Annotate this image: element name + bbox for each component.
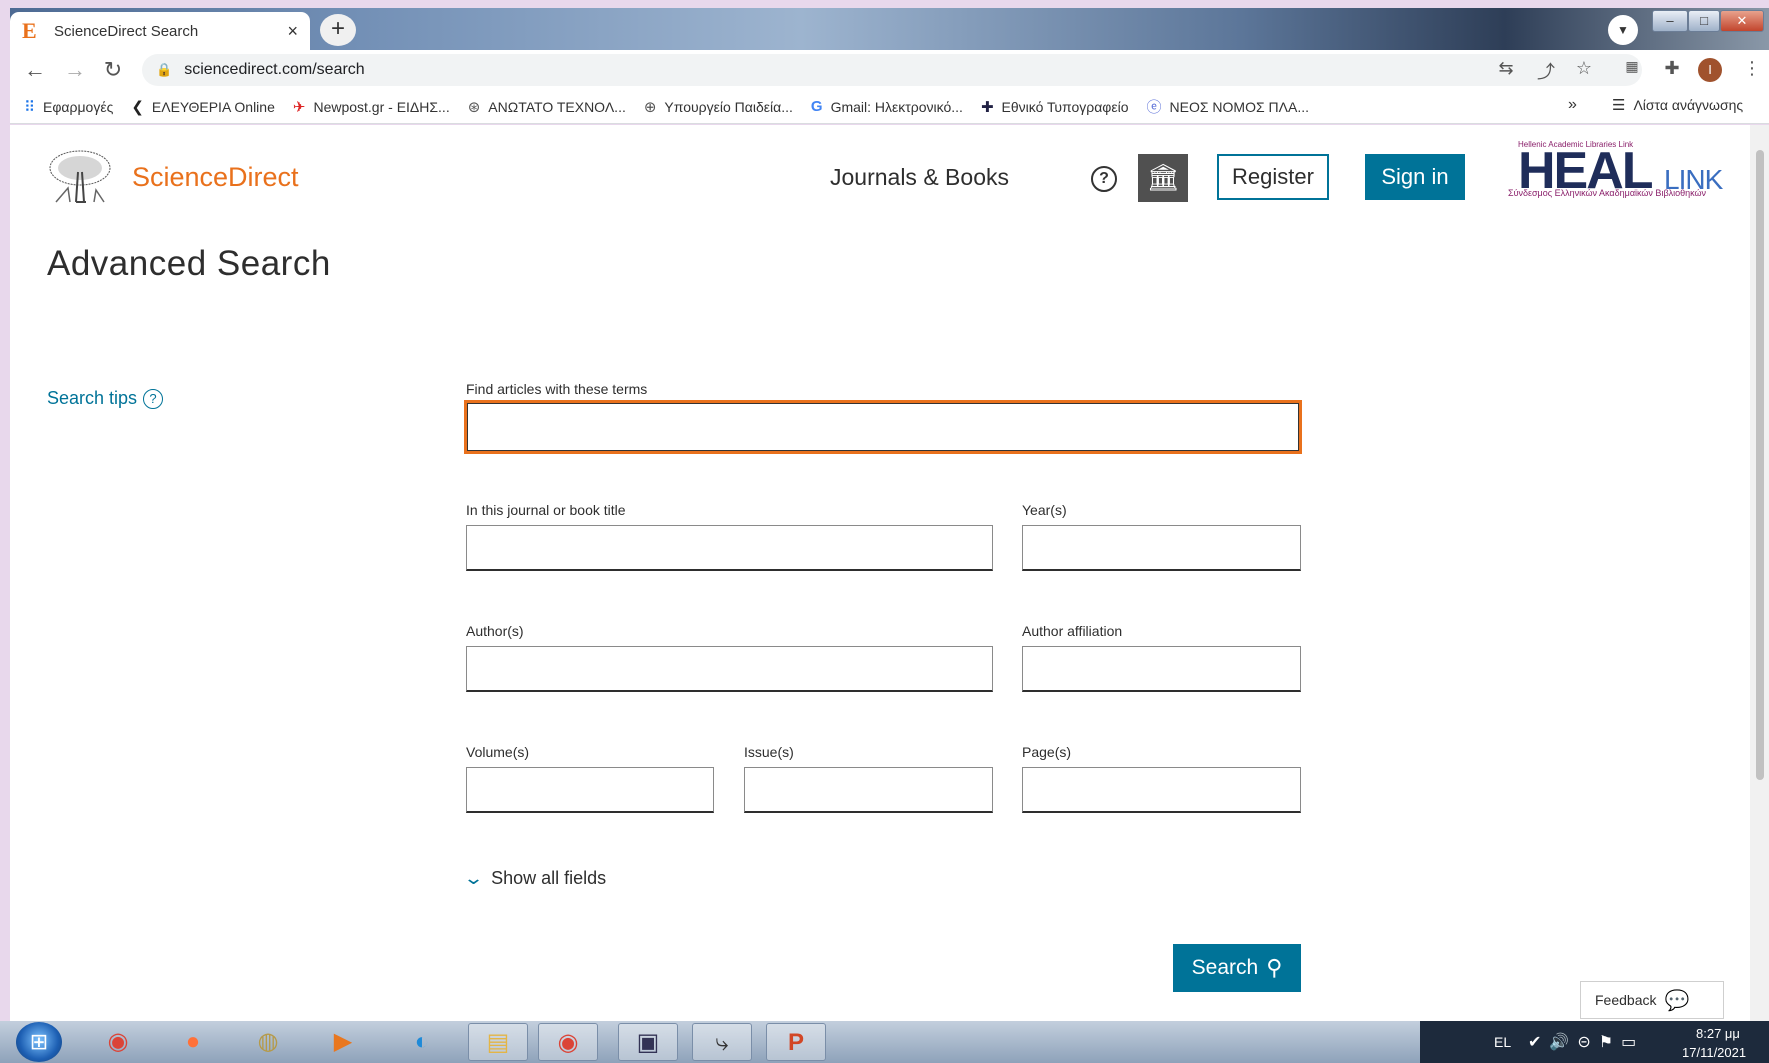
chevron-down-icon: ⌄: [462, 868, 485, 888]
network-app-icon[interactable]: ▣: [618, 1023, 678, 1061]
authors-label: Author(s): [466, 623, 524, 639]
national-press-icon: ✚: [980, 98, 994, 116]
issue-label: Issue(s): [744, 744, 794, 760]
journals-books-link[interactable]: Journals & Books: [830, 164, 1009, 191]
tab-title: ScienceDirect Search: [54, 22, 199, 40]
new-tab-button[interactable]: +: [320, 14, 356, 46]
forward-icon[interactable]: →: [62, 57, 88, 83]
bookmark-apps[interactable]: ⠿ Εφαρμογές: [24, 98, 113, 116]
tray-icons[interactable]: ✔🔊⊝⚑▭: [1528, 1032, 1644, 1052]
years-label: Year(s): [1022, 502, 1067, 518]
address-bar[interactable]: 🔒 sciencedirect.com/search: [142, 54, 1642, 86]
journal-label: In this journal or book title: [466, 502, 626, 518]
share-icon[interactable]: ⤴: [1534, 58, 1558, 84]
clock-time[interactable]: 8:27 μμ: [1696, 1026, 1740, 1041]
sign-in-button[interactable]: Sign in: [1365, 154, 1465, 200]
bookmark-new-law[interactable]: ⓔ ΝΕΟΣ ΝΟΜΟΣ ΠΛΑ...: [1147, 96, 1309, 117]
firefox-icon[interactable]: ●: [163, 1023, 223, 1061]
authors-input[interactable]: [466, 646, 993, 692]
terms-input[interactable]: [464, 400, 1302, 454]
university-seal-icon: ⊛: [467, 98, 481, 116]
elsevier-tree-logo[interactable]: [46, 148, 114, 206]
extensions-puzzle-icon[interactable]: ✚: [1660, 58, 1684, 79]
reload-icon[interactable]: ↻: [100, 57, 126, 83]
tab-search-icon[interactable]: ▼: [1608, 15, 1638, 45]
translate-icon[interactable]: ⇆: [1494, 58, 1518, 79]
window-minimize-button[interactable]: –: [1652, 10, 1688, 32]
bookmark-star-icon[interactable]: ☆: [1572, 58, 1596, 79]
magnifier-icon: ⚲: [1266, 955, 1283, 980]
heal-link-subtitle: Σύνδεσμος Ελληνικών Ακαδημαϊκών Βιβλιοθη…: [1508, 188, 1707, 198]
volume-input[interactable]: [466, 767, 714, 813]
newpost-logo-icon: ✈: [292, 98, 306, 116]
window-close-button[interactable]: ✕: [1720, 10, 1764, 32]
edge-icon[interactable]: ◐: [392, 1023, 452, 1061]
affiliation-label: Author affiliation: [1022, 623, 1123, 639]
chrome-icon[interactable]: ◉: [88, 1023, 148, 1061]
apps-grid-icon: ⠿: [24, 98, 35, 116]
chrome-active-icon[interactable]: ◉: [538, 1023, 598, 1061]
bookmark-newpost[interactable]: ✈ Newpost.gr - ΕΙΔΗΣ...: [293, 98, 450, 116]
journal-title-input[interactable]: [466, 525, 993, 571]
sciencedirect-brand-link[interactable]: ScienceDirect: [132, 162, 299, 193]
reading-list-button[interactable]: ☰ Λίστα ανάγνωσης: [1612, 96, 1743, 114]
show-all-fields-toggle[interactable]: ⌄ Show all fields: [462, 868, 606, 889]
bookmark-eleftheria[interactable]: ❮ ΕΛΕΥΘΕΡΙΑ Online: [131, 98, 275, 116]
speech-bubble-icon: 💬: [1664, 989, 1690, 1012]
extension-new-icon[interactable]: ▦: [1620, 58, 1644, 75]
bookmark-gmail[interactable]: G Gmail: Ηλεκτρονικό...: [811, 98, 963, 115]
start-icon[interactable]: ⊞: [16, 1022, 62, 1062]
elsevier-favicon-icon: E: [22, 18, 37, 43]
feedback-button[interactable]: Feedback 💬: [1580, 981, 1724, 1019]
reading-list-icon: ☰: [1612, 97, 1626, 114]
bookmarks-overflow-button[interactable]: »: [1568, 96, 1577, 114]
app-icon[interactable]: ◍: [238, 1023, 298, 1061]
institution-icon[interactable]: 🏛: [1138, 154, 1188, 202]
ministry-seal-icon: ⊕: [643, 98, 657, 116]
window-maximize-button[interactable]: □: [1688, 10, 1720, 32]
google-icon: G: [810, 98, 823, 115]
affiliation-input[interactable]: [1022, 646, 1301, 692]
search-tips-link[interactable]: Search tips ?: [47, 388, 164, 409]
bookmark-university[interactable]: ⊛ ΑΝΩΤΑΤΟ ΤΕΧΝΟΛ...: [468, 98, 626, 116]
clock-date[interactable]: 17/11/2021: [1682, 1045, 1746, 1060]
scrollbar-thumb[interactable]: [1756, 150, 1764, 780]
question-circle-icon: ?: [143, 388, 164, 409]
help-icon[interactable]: ?: [1091, 166, 1117, 192]
pages-label: Page(s): [1022, 744, 1072, 760]
browser-tab[interactable]: E ScienceDirect Search ×: [10, 12, 310, 50]
search-button[interactable]: Search ⚲: [1173, 944, 1301, 992]
page-title: Advanced Search: [47, 244, 331, 283]
register-button[interactable]: Register: [1217, 154, 1329, 200]
terms-label: Find articles with these terms: [466, 381, 648, 397]
volume-label: Volume(s): [466, 744, 530, 760]
bookmarks-bar: ⠿ Εφαρμογές ❮ ΕΛΕΥΘΕΡΙΑ Online ✈ Newpost.gr…: [10, 90, 1769, 124]
profile-avatar[interactable]: I: [1698, 58, 1722, 82]
lock-icon[interactable]: 🔒: [156, 62, 172, 78]
browser-menu-icon[interactable]: ⋮: [1740, 58, 1764, 79]
issue-input[interactable]: [744, 767, 993, 813]
years-input[interactable]: [1022, 525, 1301, 571]
bookmark-national-press[interactable]: ✚ Εθνικό Τυπογραφείο: [981, 98, 1129, 116]
language-indicator[interactable]: EL: [1494, 1034, 1511, 1050]
bookmark-ministry[interactable]: ⊕ Υπουργείο Παιδεία...: [644, 98, 793, 116]
media-player-icon[interactable]: ▶: [313, 1023, 373, 1061]
back-icon[interactable]: ←: [22, 57, 48, 83]
file-explorer-icon[interactable]: ▤: [468, 1023, 528, 1061]
tab-close-icon[interactable]: ×: [287, 21, 298, 42]
edge-icon: ⓔ: [1146, 99, 1162, 116]
powerpoint-icon[interactable]: P: [766, 1023, 826, 1061]
url-text[interactable]: sciencedirect.com/search: [184, 61, 365, 79]
pages-input[interactable]: [1022, 767, 1301, 813]
arrow-logo-icon: ❮: [131, 98, 144, 116]
shortcut-app-icon[interactable]: ⤷: [692, 1023, 752, 1061]
